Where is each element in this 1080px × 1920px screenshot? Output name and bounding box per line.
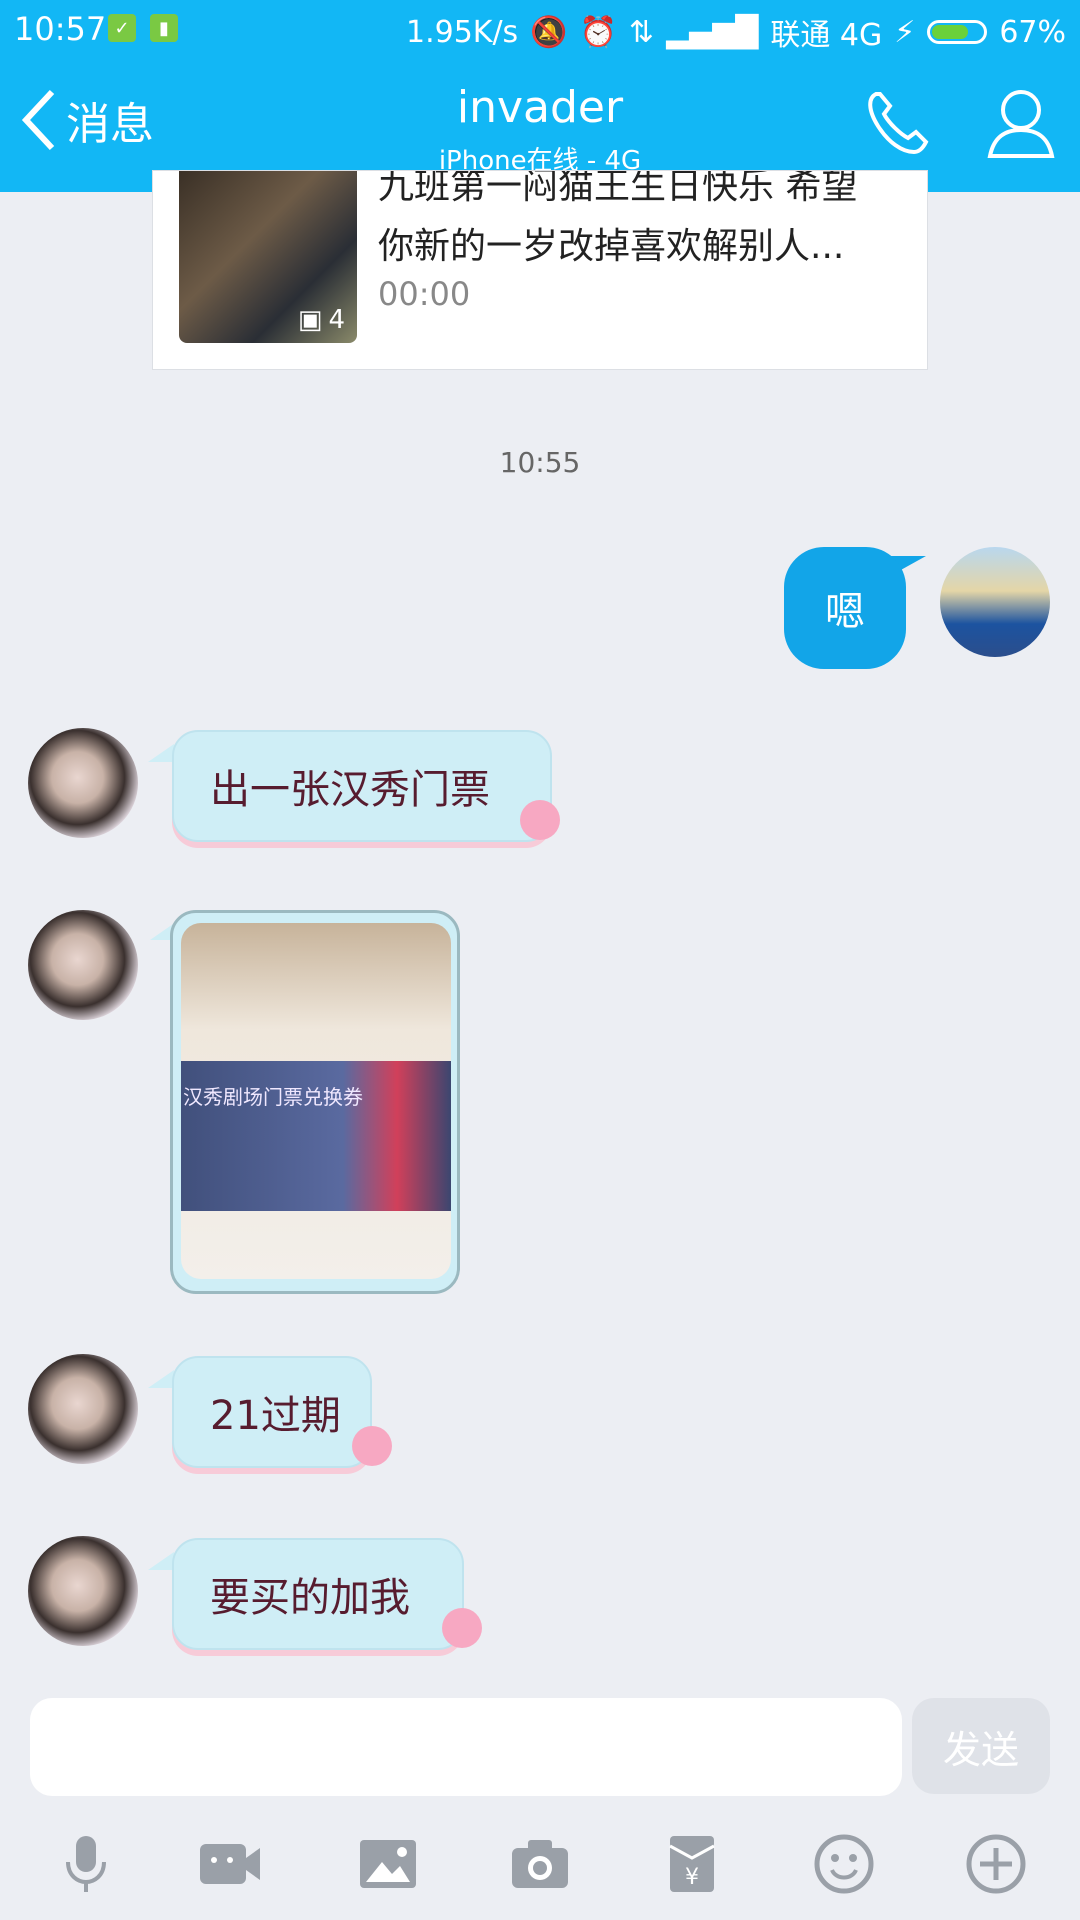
message-text: 要买的加我 bbox=[210, 1575, 410, 1621]
message-text: 出一张汉秀门票 bbox=[210, 767, 490, 813]
battery-level bbox=[932, 25, 969, 39]
contact-avatar[interactable] bbox=[28, 1536, 138, 1646]
person-icon bbox=[987, 90, 1055, 158]
message-timestamp: 10:55 bbox=[499, 446, 581, 479]
contact-message-bubble[interactable]: 21过期 bbox=[172, 1356, 372, 1468]
profile-button[interactable] bbox=[986, 86, 1056, 160]
image-icon[interactable] bbox=[356, 1832, 420, 1896]
shield-icon: ✓ bbox=[108, 14, 136, 42]
contact-avatar[interactable] bbox=[28, 728, 138, 838]
my-avatar[interactable] bbox=[940, 547, 1050, 657]
camera-icon[interactable] bbox=[508, 1832, 572, 1896]
alarm-icon: ⏰ bbox=[579, 14, 617, 50]
video-icon[interactable] bbox=[198, 1832, 262, 1896]
message-text: 21过期 bbox=[210, 1393, 341, 1439]
contact-avatar[interactable] bbox=[28, 1354, 138, 1464]
card-title-line2: 你新的一岁改掉喜欢解别人... bbox=[378, 226, 845, 267]
bubble-decoration bbox=[520, 800, 560, 840]
signal-icon: ▂▄▆█ bbox=[666, 14, 759, 50]
image-count: ▣ 4 bbox=[298, 305, 345, 335]
plus-icon[interactable] bbox=[964, 1832, 1028, 1896]
sim-icon: ▮ bbox=[150, 14, 178, 42]
net-speed: 1.95K/s bbox=[405, 14, 519, 50]
bubble-tail bbox=[148, 744, 174, 762]
battery-icon bbox=[927, 20, 988, 44]
contact-message-bubble[interactable]: 要买的加我 bbox=[172, 1538, 464, 1650]
my-message-bubble[interactable]: 嗯 bbox=[784, 547, 906, 669]
bubble-decoration bbox=[442, 1608, 482, 1648]
album-thumbnail: ▣ 4 bbox=[179, 171, 357, 343]
image-message[interactable]: 汉秀剧场门票兑换券 bbox=[170, 910, 460, 1294]
ticket-title: 汉秀剧场门票兑换券 bbox=[183, 1085, 363, 1109]
card-duration: 00:00 bbox=[378, 275, 471, 313]
charging-icon: ⚡ bbox=[894, 14, 916, 50]
battery-percent: 67% bbox=[999, 14, 1066, 50]
contact-message-bubble[interactable]: 出一张汉秀门票 bbox=[172, 730, 552, 842]
send-button[interactable]: 发送 bbox=[912, 1698, 1050, 1794]
red-packet-icon[interactable]: ¥ bbox=[660, 1832, 724, 1896]
emoji-icon[interactable] bbox=[812, 1832, 876, 1896]
phone-call-button[interactable] bbox=[862, 88, 932, 158]
ticket-photo: 汉秀剧场门票兑换券 bbox=[181, 923, 451, 1279]
title-bar: 10:57 ✓ ▮ 1.95K/s 🔕 ⏰ ⇅ ▂▄▆█ 联通 4G ⚡ 67%… bbox=[0, 0, 1080, 192]
bubble-tail bbox=[148, 1552, 174, 1570]
card-title-line1: 九班第一闷猫王生日快乐 希望 bbox=[378, 170, 858, 207]
carrier: 联通 4G bbox=[770, 18, 883, 53]
svg-text:¥: ¥ bbox=[685, 1865, 699, 1890]
bubble-tail bbox=[148, 1370, 174, 1388]
bubble-decoration bbox=[352, 1426, 392, 1466]
message-text: 嗯 bbox=[825, 589, 865, 635]
image-icon: ▣ bbox=[297, 305, 323, 335]
status-time: 10:57 bbox=[14, 10, 107, 48]
mic-icon[interactable] bbox=[54, 1832, 118, 1896]
ticket-image: 汉秀剧场门票兑换券 bbox=[181, 1061, 451, 1211]
message-input[interactable] bbox=[30, 1698, 902, 1796]
status-indicators: 1.95K/s 🔕 ⏰ ⇅ ▂▄▆█ 联通 4G ⚡ 67% bbox=[406, 10, 1066, 54]
contact-avatar[interactable] bbox=[28, 910, 138, 1020]
phone-icon bbox=[868, 92, 929, 155]
shared-album-card[interactable]: ▣ 4 九班第一闷猫王生日快乐 希望 你新的一岁改掉喜欢解别人... 00:00 bbox=[152, 170, 928, 370]
data-arrows-icon: ⇅ bbox=[628, 14, 655, 50]
mute-icon: 🔕 bbox=[530, 14, 568, 50]
image-count-value: 4 bbox=[328, 305, 345, 335]
